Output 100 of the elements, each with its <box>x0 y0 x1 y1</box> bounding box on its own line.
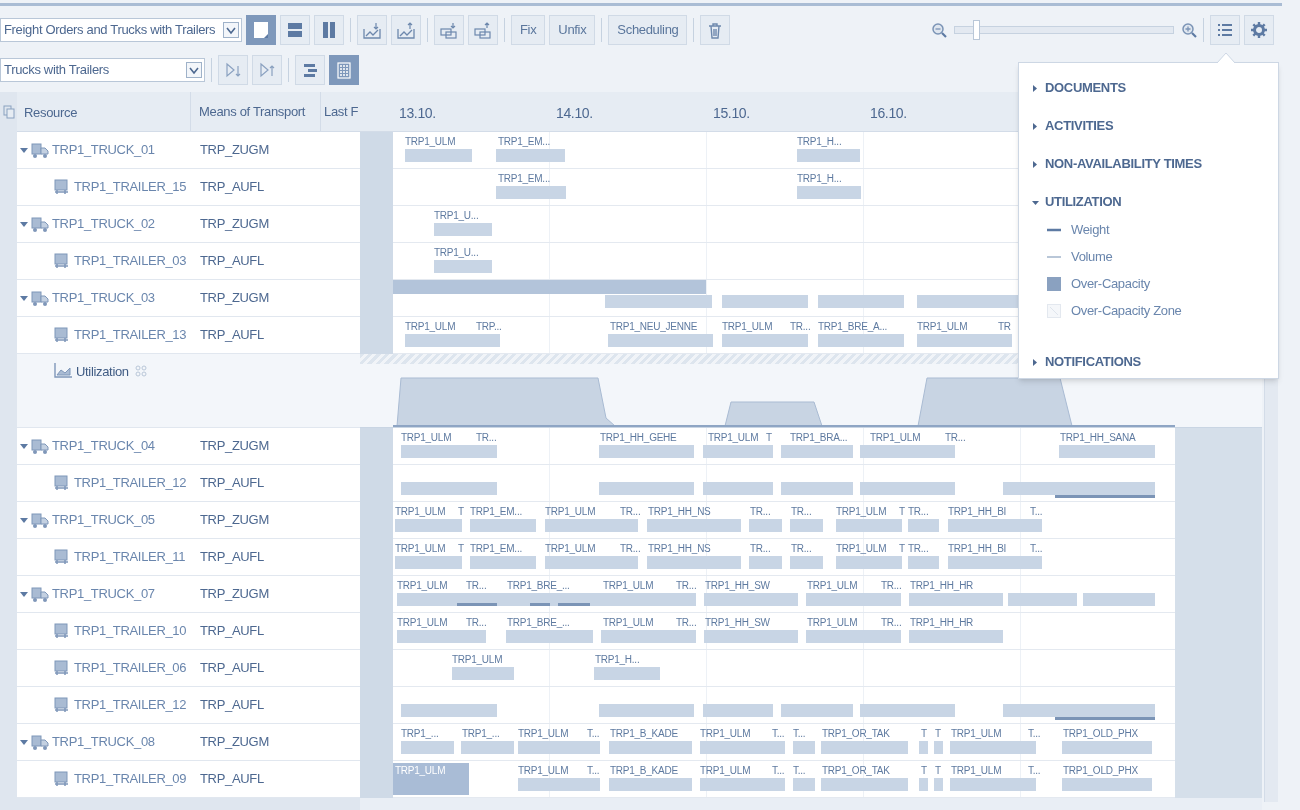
toolbar-button[interactable] <box>252 55 282 85</box>
order-bar[interactable] <box>860 704 955 717</box>
column-header[interactable]: Means of Transport <box>199 101 306 122</box>
resource-name[interactable]: TRP1_TRAILER_12 <box>74 473 187 493</box>
order-bar[interactable] <box>599 704 694 717</box>
collapse-arrow-icon[interactable] <box>20 294 28 302</box>
table-row[interactable]: TRP1_TRUCK_02 TRP_ZUGM <box>17 206 360 243</box>
toolbar-button[interactable] <box>357 15 387 45</box>
order-bar[interactable] <box>1059 445 1155 458</box>
legend-section-header[interactable]: NON-AVAILABILITY TIMES <box>1032 150 1278 178</box>
resource-name[interactable]: TRP1_TRUCK_05 <box>52 510 155 530</box>
order-bar[interactable] <box>647 556 741 569</box>
order-bar[interactable] <box>797 149 860 162</box>
settings-button[interactable] <box>1244 15 1274 45</box>
order-bar[interactable] <box>821 741 908 754</box>
order-bar[interactable] <box>797 186 861 199</box>
order-bar[interactable] <box>919 741 928 754</box>
order-bar[interactable] <box>609 778 692 791</box>
dropdown-field[interactable]: Trucks with Trailers <box>0 58 205 82</box>
order-bar[interactable] <box>1003 704 1055 717</box>
order-bar[interactable] <box>821 778 908 791</box>
layout-button[interactable] <box>246 15 276 45</box>
order-bar[interactable] <box>917 334 1012 347</box>
order-bar[interactable] <box>496 186 566 199</box>
order-bar[interactable] <box>401 445 497 458</box>
order-bar[interactable] <box>806 593 901 606</box>
order-bar[interactable] <box>434 260 492 273</box>
order-bar[interactable] <box>1055 704 1155 717</box>
collapse-arrow-icon[interactable] <box>20 738 28 746</box>
toolbar-button[interactable] <box>468 15 498 45</box>
order-bar[interactable] <box>704 593 798 606</box>
order-bar[interactable] <box>1083 593 1155 606</box>
legend-section-header[interactable]: NOTIFICATIONS <box>1032 348 1278 376</box>
order-bar[interactable] <box>506 630 593 643</box>
legend-section-header[interactable]: ACTIVITIES <box>1032 112 1278 140</box>
order-bar[interactable] <box>909 593 1003 606</box>
order-bar[interactable] <box>703 704 773 717</box>
order-bar[interactable] <box>818 334 904 347</box>
order-bar[interactable] <box>790 556 823 569</box>
order-bar[interactable] <box>781 704 853 717</box>
collapse-arrow-icon[interactable] <box>20 590 28 598</box>
order-bar[interactable] <box>397 630 486 643</box>
order-bar[interactable] <box>836 519 902 532</box>
order-bar[interactable] <box>948 556 1042 569</box>
order-bar[interactable] <box>393 763 469 795</box>
resource-name[interactable]: TRP1_TRAILER_10 <box>74 621 187 641</box>
order-bar[interactable] <box>722 334 808 347</box>
order-bar[interactable] <box>518 778 600 791</box>
order-bar[interactable] <box>647 519 741 532</box>
collapse-arrow-icon[interactable] <box>20 442 28 450</box>
order-bar[interactable] <box>1003 482 1055 495</box>
table-row[interactable]: TRP1_TRAILER_13 TRP_AUFL <box>17 317 360 354</box>
table-row[interactable]: TRP1_TRAILER_03 TRP_AUFL <box>17 243 360 280</box>
order-bar[interactable] <box>722 295 808 308</box>
order-bar[interactable] <box>405 334 500 347</box>
order-bar[interactable] <box>909 630 1003 643</box>
order-bar[interactable] <box>594 667 660 680</box>
collapse-arrow-icon[interactable] <box>20 516 28 524</box>
table-row[interactable]: TRP1_TRUCK_04 TRP_ZUGM <box>17 428 360 465</box>
order-bar[interactable] <box>700 778 785 791</box>
dropdown-field[interactable]: Freight Orders and Trucks with Trailers <box>0 18 242 42</box>
order-bar[interactable] <box>599 445 694 458</box>
resource-name[interactable]: TRP1_TRAILER_03 <box>74 251 187 271</box>
order-bar[interactable] <box>934 778 943 791</box>
toolbar-button[interactable]: Scheduling <box>608 15 688 45</box>
order-bar[interactable] <box>608 334 713 347</box>
order-bar[interactable] <box>434 223 492 236</box>
order-bar[interactable] <box>793 778 815 791</box>
toolbar-button[interactable]: Unfix <box>549 15 596 45</box>
order-bar[interactable] <box>919 778 928 791</box>
order-bar[interactable] <box>950 741 1036 754</box>
legend-section-header[interactable]: UTILIZATION <box>1032 188 1278 216</box>
resource-name[interactable]: TRP1_TRAILER_11 <box>74 547 186 567</box>
order-bar[interactable] <box>908 519 939 532</box>
resource-name[interactable]: TRP1_TRAILER_09 <box>74 769 187 789</box>
order-bar[interactable] <box>818 295 904 308</box>
order-bar[interactable] <box>749 519 782 532</box>
table-row[interactable]: TRP1_TRAILER_10 TRP_AUFL <box>17 613 360 650</box>
order-bar[interactable] <box>518 741 600 754</box>
table-row[interactable]: TRP1_TRUCK_07 TRP_ZUGM <box>17 576 360 613</box>
collapse-arrow-icon[interactable] <box>20 220 28 228</box>
order-bar[interactable] <box>395 519 462 532</box>
order-bar[interactable] <box>703 445 773 458</box>
order-bar[interactable] <box>1008 593 1077 606</box>
order-bar[interactable] <box>397 593 696 606</box>
over-capacity-bar[interactable] <box>393 280 706 294</box>
order-bar[interactable] <box>908 556 939 569</box>
order-bar[interactable] <box>704 630 798 643</box>
order-bar[interactable] <box>470 519 536 532</box>
order-bar[interactable] <box>749 556 782 569</box>
order-bar[interactable] <box>470 556 536 569</box>
order-bar[interactable] <box>793 741 815 754</box>
order-bar[interactable] <box>395 556 462 569</box>
table-row[interactable]: TRP1_TRUCK_08 TRP_ZUGM <box>17 724 360 761</box>
order-bar[interactable] <box>461 741 514 754</box>
table-row[interactable]: TRP1_TRAILER_09 TRP_AUFL <box>17 761 360 798</box>
table-row[interactable]: TRP1_TRAILER_12 TRP_AUFL <box>17 465 360 502</box>
order-bar[interactable] <box>781 445 853 458</box>
table-row[interactable]: TRP1_TRUCK_05 TRP_ZUGM <box>17 502 360 539</box>
resource-name[interactable]: TRP1_TRAILER_13 <box>74 325 187 345</box>
